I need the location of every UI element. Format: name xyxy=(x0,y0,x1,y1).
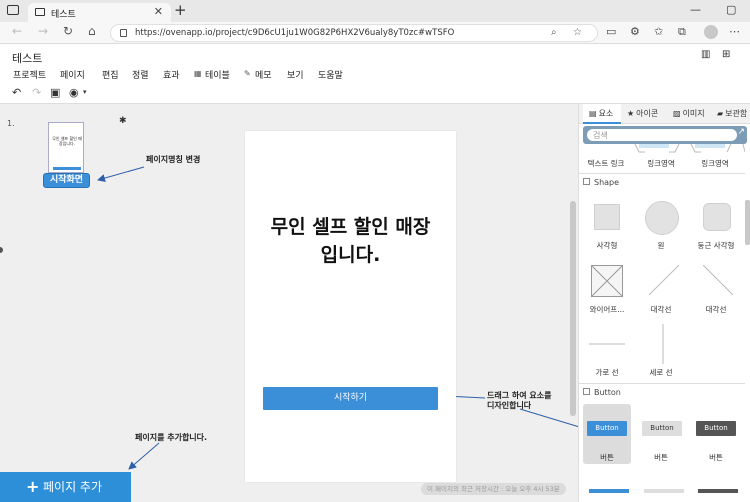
section-shape[interactable]: Shape xyxy=(583,176,743,189)
tab-icons[interactable]: ★ 아이콘 xyxy=(627,104,671,124)
element-link-area-2[interactable]: 링크영역 xyxy=(690,158,740,169)
element-text-link[interactable]: 텍스트 링크 xyxy=(581,158,631,169)
archive-icon: ▰ xyxy=(717,109,724,118)
element-vertical-line[interactable]: 세로 선 xyxy=(636,367,686,378)
rounded-rectangle-preview xyxy=(703,203,731,231)
add-page-label: 페이지 추가 xyxy=(43,480,103,494)
image-icon: ▨ xyxy=(673,109,681,118)
vertical-line-preview xyxy=(662,324,664,364)
element-link-area[interactable]: 링크영역 xyxy=(636,158,686,169)
button-blue-preview: Button xyxy=(587,421,627,436)
diagonal-preview-2 xyxy=(703,265,733,295)
collapse-icon-2 xyxy=(583,388,590,395)
headline-line2: 입니다. xyxy=(320,244,381,266)
panel-scrollbar[interactable] xyxy=(745,200,750,245)
element-button-gray[interactable]: 버튼 xyxy=(636,452,686,463)
arrow-to-page-tag xyxy=(97,166,145,182)
headline-line1: 무인 셀프 할인 매장 xyxy=(270,216,431,238)
tab-archive[interactable]: ▰ 보관함 xyxy=(717,104,750,124)
element-search-input[interactable] xyxy=(587,129,737,141)
section-divider-2 xyxy=(579,383,745,384)
collapse-icon xyxy=(583,178,590,185)
plus-icon: + xyxy=(26,477,40,496)
canvas-headline[interactable]: 무인 셀프 할인 매장 입니다. xyxy=(245,213,456,269)
rectangle-preview xyxy=(594,204,620,230)
diagonal-preview xyxy=(649,265,679,295)
panel-tabs: ▤ 요소 ★ 아이콘 ▨ 이미지 ▰ 보관함 xyxy=(579,104,750,124)
next-row-preview-1 xyxy=(589,489,629,493)
element-wireframe[interactable]: 와이어프... xyxy=(582,304,632,315)
elements-panel: ▤요소 ★아이콘 ▨이미지 ▰보관함 ↗ 텍스트 링크 링크영역 링크영역 Sh… xyxy=(578,104,750,502)
wireframe-cross xyxy=(591,265,623,297)
element-rectangle[interactable]: 사각형 xyxy=(582,240,632,251)
tab-images[interactable]: ▨ 이미지 xyxy=(673,104,713,124)
circle-preview xyxy=(645,201,679,235)
next-row-preview-2 xyxy=(644,489,684,493)
start-button[interactable]: 시작하기 xyxy=(263,387,438,410)
element-diagonal-2[interactable]: 대각선 xyxy=(691,304,741,315)
add-page-button[interactable]: + 페이지 추가 xyxy=(0,472,131,502)
arrow-to-button-element xyxy=(519,408,587,431)
arrow-to-add-page xyxy=(128,442,160,470)
element-horizontal-line[interactable]: 가로 선 xyxy=(582,367,632,378)
button-gray-preview: Button xyxy=(642,421,682,436)
workspace-scrollbar[interactable] xyxy=(570,201,576,416)
grid-icon: ▤ xyxy=(589,109,597,118)
star-icon: ★ xyxy=(627,109,635,118)
element-rounded-rectangle[interactable]: 둥근 사각형 xyxy=(691,240,741,251)
button-dark-preview: Button xyxy=(696,421,736,436)
page-canvas[interactable]: 무인 셀프 할인 매장 입니다. 시작하기 xyxy=(245,131,456,482)
horizontal-line-preview xyxy=(589,343,625,345)
next-row-preview-3 xyxy=(698,489,738,493)
link-element-previews xyxy=(634,144,745,153)
element-diagonal[interactable]: 대각선 xyxy=(636,304,686,315)
expand-icon[interactable]: ↗ xyxy=(737,127,745,137)
tab-elements[interactable]: ▤ 요소 xyxy=(583,104,621,124)
element-button-blue[interactable]: 버튼 xyxy=(582,452,632,463)
last-saved-note: 이 페이지의 최근 저장시간 : 오늘 오후 4시 53분 xyxy=(421,483,566,495)
search-bar: ↗ xyxy=(583,126,747,144)
element-button-dark[interactable]: 버튼 xyxy=(691,452,741,463)
section-divider xyxy=(579,173,745,174)
wireframe-preview xyxy=(591,265,623,297)
element-circle[interactable]: 원 xyxy=(636,240,686,251)
section-button[interactable]: Button xyxy=(583,386,743,399)
